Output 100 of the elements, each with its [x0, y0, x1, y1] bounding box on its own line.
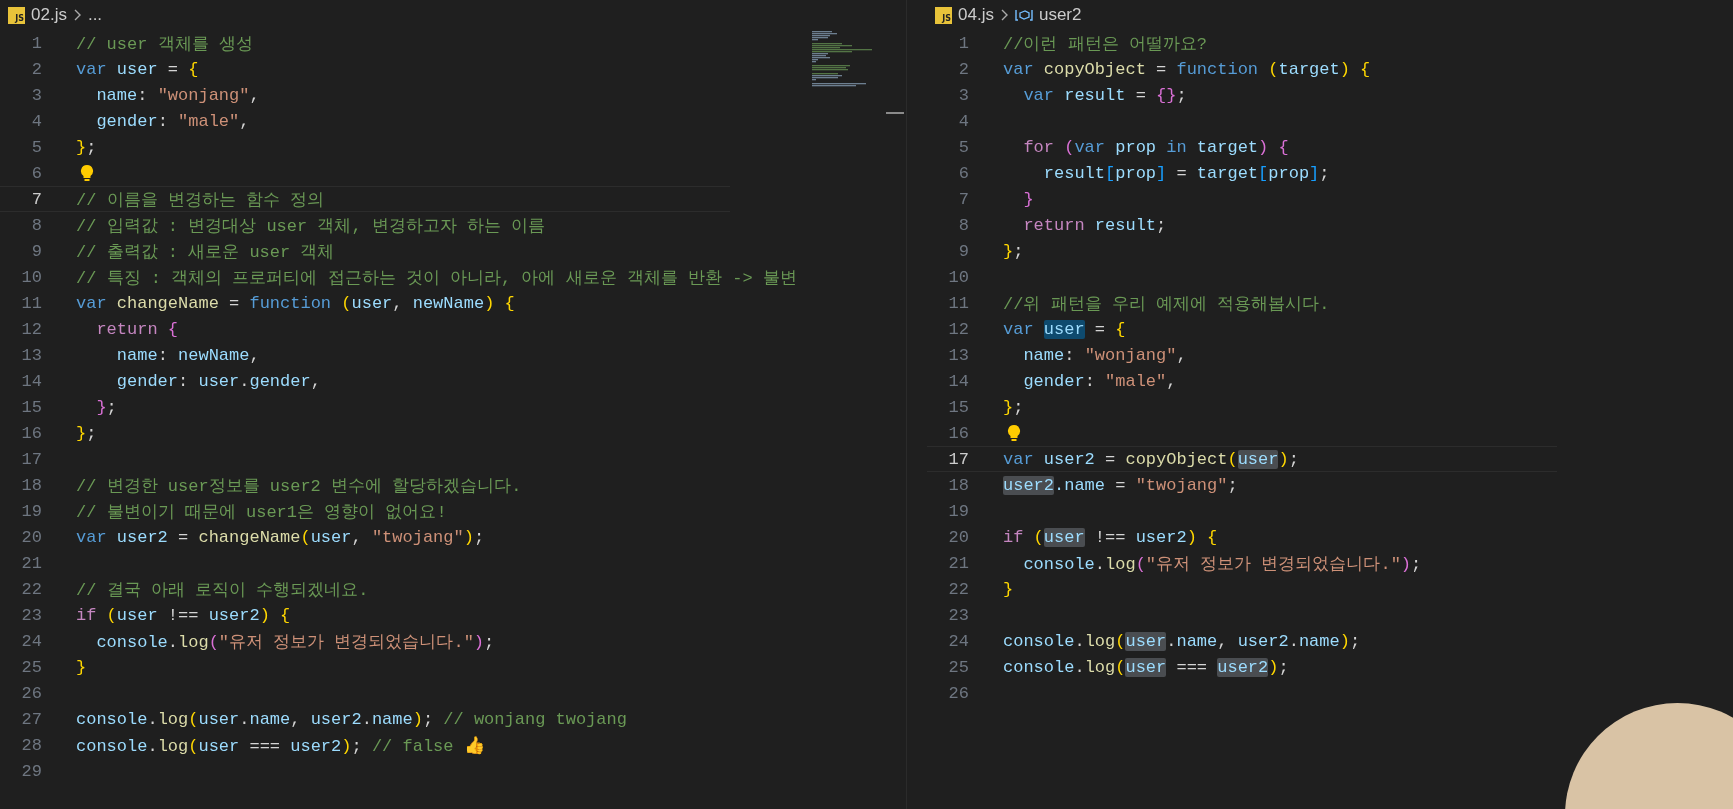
line-number: 20 — [947, 527, 969, 547]
line-number: 17 — [947, 449, 969, 469]
lightbulb-icon[interactable] — [80, 164, 94, 182]
code-line: }; — [1003, 397, 1024, 417]
line-number: 19 — [20, 501, 42, 521]
code-line: name: newName, — [115, 345, 260, 365]
line-number: 18 — [20, 475, 42, 495]
code-line: gender: user.gender, — [115, 371, 321, 391]
line-number: 17 — [20, 449, 42, 469]
line-number: 1 — [30, 33, 42, 53]
line-number: 10 — [947, 267, 969, 287]
code-line: gender: "male", — [95, 111, 250, 131]
breadcrumb-item[interactable]: user2 — [1038, 5, 1082, 25]
code-line: // 이름을 변경하는 함수 정의 — [76, 189, 325, 211]
code-line: if (user !== user2) { — [1003, 527, 1218, 547]
code-line: if (user !== user2) { — [76, 605, 291, 625]
code-line: //이런 패턴은 어떨까요? — [1003, 33, 1207, 55]
code-line: // 변경한 user정보를 user2 변수에 할당하겠습니다. — [76, 475, 522, 497]
line-number: 22 — [947, 579, 969, 599]
line-number: 7 — [30, 189, 42, 209]
line-number: 3 — [30, 85, 42, 105]
code-line: // 특징 : 객체의 프로퍼티에 접근하는 것이 아니라, 아에 새로운 객체를 반환 -> 불변 — [76, 267, 797, 289]
code-line: return result; — [1022, 215, 1167, 235]
line-number: 25 — [947, 657, 969, 677]
code-line: }; — [76, 137, 97, 157]
code-line: name: "wonjang", — [1022, 345, 1187, 365]
line-number: 26 — [20, 683, 42, 703]
breadcrumb-file[interactable]: 02.js — [31, 5, 67, 25]
line-number: 23 — [947, 605, 969, 625]
code-line: var user = { — [1003, 319, 1126, 339]
line-number: 8 — [957, 215, 969, 235]
line-number: 29 — [20, 761, 42, 781]
line-number: 21 — [947, 553, 969, 573]
line-number: 27 — [20, 709, 42, 729]
line-number: 24 — [20, 631, 42, 651]
code-line: }; — [1003, 241, 1024, 261]
line-number: 24 — [947, 631, 969, 651]
code-line: } — [76, 657, 87, 677]
line-number: 10 — [20, 267, 42, 287]
js-file-icon: JS — [935, 6, 952, 24]
line-number: 20 — [20, 527, 42, 547]
code-line: gender: "male", — [1022, 371, 1177, 391]
breadcrumb-item[interactable]: ... — [87, 5, 103, 25]
line-number: 12 — [20, 319, 42, 339]
code-line: // 출력값 : 새로운 user 객체 — [76, 241, 335, 263]
code-line: }; — [76, 423, 97, 443]
code-line: var changeName = function (user, newName) { — [76, 293, 515, 313]
line-number: 16 — [20, 423, 42, 443]
line-number: 5 — [957, 137, 969, 157]
line-number: 13 — [947, 345, 969, 365]
code-line: var user = { — [76, 59, 199, 79]
code-line: //위 패턴을 우리 예제에 적용해봅시다. — [1003, 293, 1330, 315]
line-number: 28 — [20, 735, 42, 755]
line-number: 18 — [947, 475, 969, 495]
line-number: 7 — [957, 189, 969, 209]
code-line: console.log("유저 정보가 변경되었습니다."); — [1022, 553, 1422, 575]
code-line: console.log("유저 정보가 변경되었습니다."); — [95, 631, 495, 653]
line-number: 4 — [957, 111, 969, 131]
line-number: 25 — [20, 657, 42, 677]
line-number: 26 — [947, 683, 969, 703]
line-number: 6 — [30, 163, 42, 183]
line-number: 9 — [30, 241, 42, 261]
code-line: console.log(user.name, user2.name); — [1003, 631, 1361, 651]
code-line: // 입력값 : 변경대상 user 객체, 변경하고자 하는 이름 — [76, 215, 546, 237]
line-number: 5 — [30, 137, 42, 157]
code-line: // user 객체를 생성 — [76, 33, 253, 55]
breadcrumb-file[interactable]: 04.js — [958, 5, 994, 25]
line-number: 15 — [20, 397, 42, 417]
code-line: } — [1022, 189, 1034, 209]
chevron-right-icon — [999, 8, 1009, 22]
line-number: 15 — [947, 397, 969, 417]
code-line: console.log(user === user2); — [1003, 657, 1289, 677]
line-number: 19 — [947, 501, 969, 521]
line-number: 6 — [957, 163, 969, 183]
line-number: 11 — [20, 293, 42, 313]
line-number: 11 — [947, 293, 969, 313]
code-line: var user2 = changeName(user, "twojang"); — [76, 527, 485, 547]
line-number: 16 — [947, 423, 969, 443]
line-number: 13 — [20, 345, 42, 365]
code-line: console.log(user.name, user2.name); // wonjang twojang — [76, 709, 627, 729]
lightbulb-icon[interactable] — [1007, 424, 1021, 442]
line-number: 2 — [957, 59, 969, 79]
code-line: } — [1003, 579, 1014, 599]
code-line: }; — [95, 397, 117, 417]
chevron-right-icon — [72, 8, 82, 22]
line-number: 8 — [30, 215, 42, 235]
line-number: 14 — [20, 371, 42, 391]
code-line: return { — [95, 319, 179, 339]
code-line: for (var prop in target) { — [1022, 137, 1289, 157]
line-number: 9 — [957, 241, 969, 261]
line-number: 14 — [947, 371, 969, 391]
code-line: var result = {}; — [1022, 85, 1187, 105]
line-number: 4 — [30, 111, 42, 131]
code-line: var user2 = copyObject(user); — [1003, 449, 1299, 469]
code-line: // 결국 아래 로직이 수행되겠네요. — [76, 579, 369, 601]
code-line: // 불변이기 때문에 user1은 영향이 없어요! — [76, 501, 447, 523]
line-number: 3 — [957, 85, 969, 105]
code-line: console.log(user === user2); // false 👍 — [76, 735, 485, 756]
line-number: 12 — [947, 319, 969, 339]
code-line: var copyObject = function (target) { — [1003, 59, 1371, 79]
